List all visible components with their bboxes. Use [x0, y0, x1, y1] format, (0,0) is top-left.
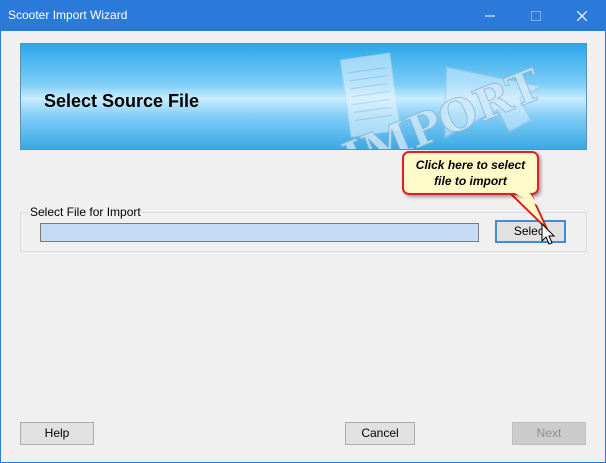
mouse-pointer-icon: [541, 223, 556, 245]
close-button[interactable]: [559, 1, 605, 31]
header-banner: Select Source File IMPORT: [20, 43, 587, 150]
callout-text: Click here to select file to import: [404, 157, 537, 189]
window-title: Scooter Import Wizard: [8, 8, 128, 22]
callout-line-2: file to import: [434, 174, 507, 188]
callout-line-1: Click here to select: [415, 158, 526, 172]
title-bar[interactable]: Scooter Import Wizard: [1, 1, 605, 31]
select-file-callout: Click here to select file to import: [402, 151, 539, 195]
banner-title: Select Source File: [44, 91, 200, 111]
next-button: Next: [512, 422, 586, 445]
file-select-group-label: Select File for Import: [29, 205, 142, 219]
maximize-button[interactable]: [513, 1, 559, 31]
file-path-field[interactable]: [40, 223, 479, 242]
maximize-icon: [531, 11, 541, 21]
wizard-window: Scooter Import Wizard Select Source File: [0, 0, 606, 463]
close-icon: [577, 11, 587, 21]
cancel-button[interactable]: Cancel: [345, 422, 415, 445]
help-button[interactable]: Help: [20, 422, 94, 445]
minimize-button[interactable]: [467, 1, 513, 31]
minimize-icon: [485, 15, 495, 17]
import-banner-art: IMPORT: [336, 52, 550, 149]
